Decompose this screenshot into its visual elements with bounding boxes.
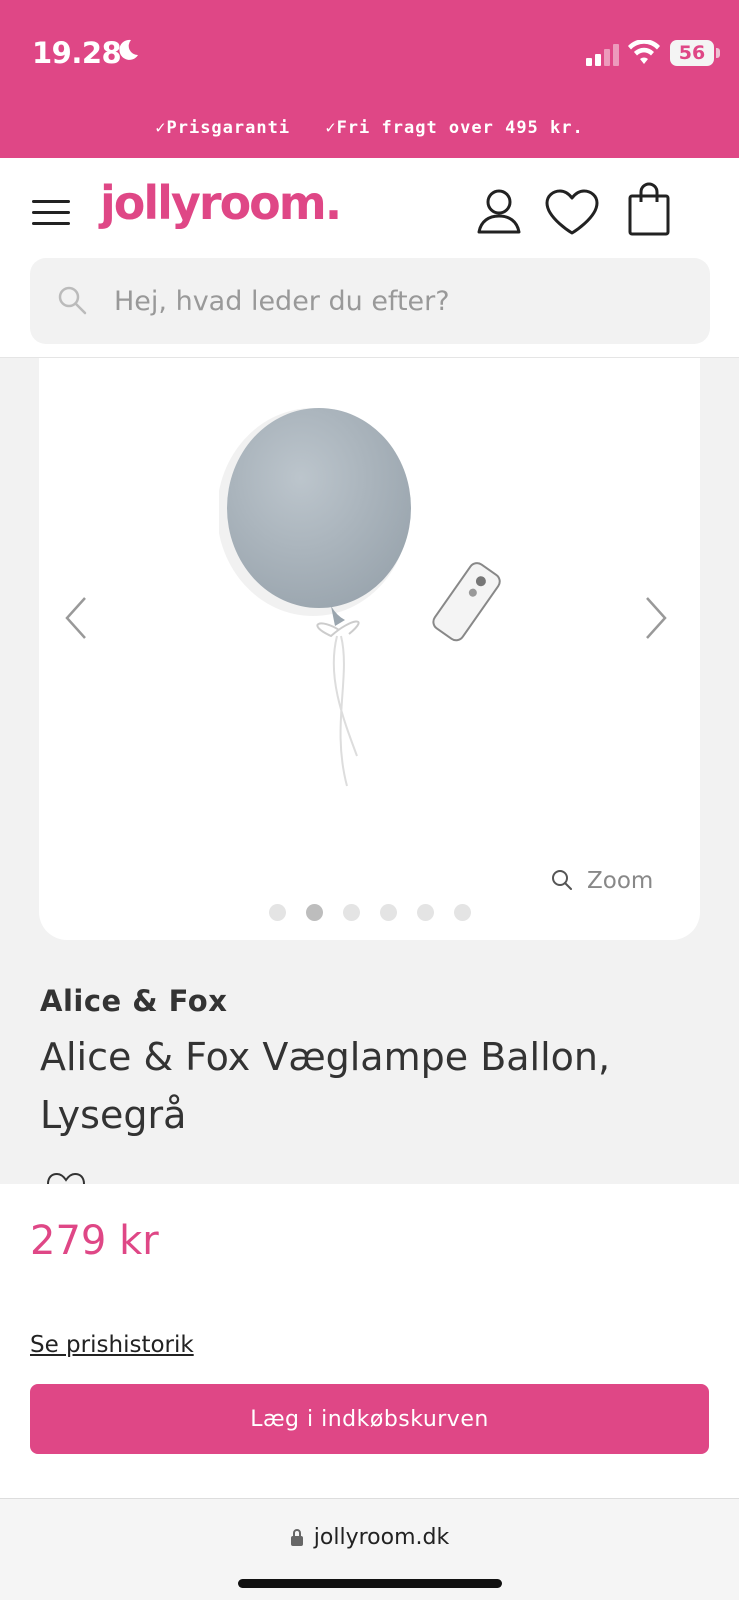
zoom-button[interactable]: Zoom — [551, 868, 653, 894]
product-gallery: Zoom — [39, 358, 700, 940]
product-wishlist-heart-icon[interactable] — [46, 1172, 86, 1184]
status-time: 19.28 — [32, 36, 122, 70]
price-history-link[interactable]: Se prishistorik — [30, 1332, 194, 1358]
url-display[interactable]: jollyroom.dk — [0, 1525, 739, 1550]
promo-strip: ✓Prisgaranti ✓Fri fragt over 495 kr. — [0, 118, 739, 138]
account-icon[interactable] — [476, 188, 522, 234]
gallery-dot[interactable] — [342, 904, 360, 921]
shopping-bag-icon[interactable] — [626, 182, 672, 236]
zoom-icon — [552, 870, 572, 890]
gallery-next-arrow-icon[interactable] — [635, 588, 675, 648]
home-indicator[interactable] — [238, 1579, 502, 1588]
product-title: Alice & Fox Væglampe Ballon, Lysegrå — [40, 1035, 611, 1137]
search-input[interactable] — [114, 258, 674, 344]
buy-panel: 279 kr Se prishistorik Læg i indkøbskurv… — [0, 1184, 739, 1498]
site-header: jollyroom. — [0, 158, 739, 358]
lock-icon — [290, 1529, 303, 1546]
product-image[interactable] — [219, 388, 559, 868]
hamburger-menu-icon[interactable] — [32, 200, 70, 226]
gallery-dot[interactable] — [416, 904, 434, 921]
add-to-cart-button[interactable]: Læg i indkøbskurven — [30, 1384, 709, 1454]
top-bar: 19.28 56 ✓Prisgaranti ✓Fri fragt over 49… — [0, 0, 739, 158]
battery-nub — [716, 48, 720, 58]
gallery-prev-arrow-icon[interactable] — [57, 588, 97, 648]
search-bar[interactable] — [30, 258, 710, 344]
wifi-icon — [628, 40, 660, 64]
gallery-pagination — [39, 904, 700, 926]
battery-indicator: 56 — [670, 40, 714, 66]
url-text: jollyroom.dk — [313, 1525, 450, 1550]
signal-icon — [586, 44, 619, 66]
moon-icon — [119, 39, 138, 60]
search-icon — [58, 286, 87, 315]
gallery-dot[interactable] — [453, 904, 471, 921]
product-brand[interactable]: Alice & Fox — [40, 984, 227, 1018]
gallery-dot-active[interactable] — [305, 904, 323, 921]
jollyroom-logo[interactable]: jollyroom. — [100, 176, 342, 230]
promo-free-shipping: ✓Fri fragt over 495 kr. — [325, 118, 584, 138]
gallery-dot[interactable] — [268, 904, 286, 921]
zoom-label: Zoom — [587, 868, 654, 894]
wishlist-heart-icon[interactable] — [544, 188, 600, 236]
product-price: 279 kr — [30, 1218, 159, 1264]
promo-price-guarantee: ✓Prisgaranti — [155, 118, 291, 138]
gallery-dot[interactable] — [379, 904, 397, 921]
browser-url-bar[interactable]: jollyroom.dk — [0, 1498, 739, 1600]
